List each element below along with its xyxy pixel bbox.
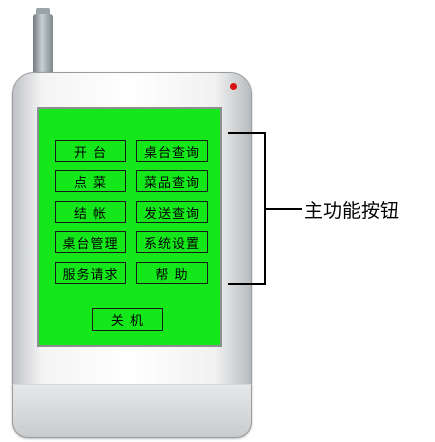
callout-bracket-bottom bbox=[228, 283, 266, 285]
help-button[interactable]: 帮 助 bbox=[136, 262, 208, 284]
checkout-button[interactable]: 结 帐 bbox=[55, 201, 126, 223]
system-settings-button[interactable]: 系统设置 bbox=[136, 231, 208, 253]
order-dishes-button[interactable]: 点 菜 bbox=[55, 170, 126, 192]
service-request-button[interactable]: 服务请求 bbox=[55, 262, 126, 284]
dish-query-button[interactable]: 菜品查询 bbox=[136, 170, 208, 192]
antenna bbox=[33, 14, 53, 78]
open-table-button[interactable]: 开 台 bbox=[55, 140, 126, 162]
callout-bracket-top bbox=[228, 132, 266, 134]
table-query-button[interactable]: 桌台查询 bbox=[136, 140, 208, 162]
send-query-button[interactable]: 发送查询 bbox=[136, 201, 208, 223]
table-management-button[interactable]: 桌台管理 bbox=[55, 231, 126, 253]
status-led bbox=[230, 83, 237, 90]
device-bottom-edge bbox=[12, 384, 252, 438]
device-screen: 开 台 桌台查询 点 菜 菜品查询 结 帐 发送查询 桌台管理 系统设置 服务请… bbox=[37, 107, 222, 347]
shutdown-button[interactable]: 关 机 bbox=[92, 308, 163, 331]
main-function-buttons-label: 主功能按钮 bbox=[304, 200, 400, 222]
callout-leader-line bbox=[266, 208, 302, 210]
